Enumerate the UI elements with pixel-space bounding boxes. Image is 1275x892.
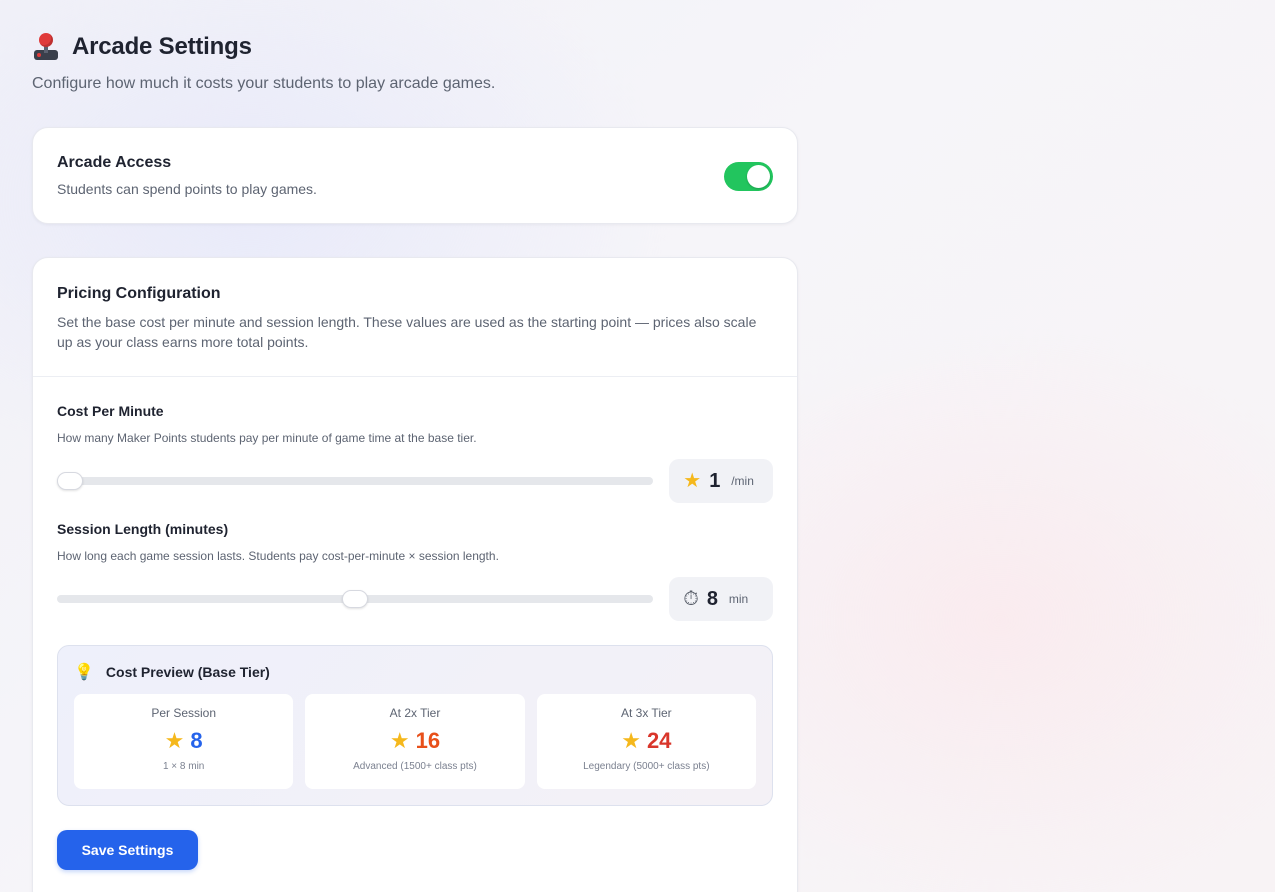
cost-per-minute-slider[interactable] (57, 472, 654, 490)
session-length-label: Session Length (minutes) (57, 521, 229, 537)
stopwatch-icon: ⏱ (683, 588, 699, 610)
cost-per-minute-value: 1 (709, 469, 721, 492)
arcade-settings-page: Arcade Settings Configure how much it co… (32, 32, 798, 892)
page-subtitle: Configure how much it costs your student… (32, 75, 496, 92)
pricing-body: Cost Per Minute How many Maker Points st… (33, 377, 797, 870)
cost-per-minute-label: Cost Per Minute (57, 403, 164, 419)
cost-per-minute-help: How many Maker Points students pay per m… (57, 431, 477, 445)
pricing-configuration-card: Pricing Configuration Set the base cost … (32, 257, 798, 892)
tile-value: 16 (415, 728, 441, 753)
star-icon: ★ (621, 728, 641, 753)
session-length-value-box: ⏱ 8 min (669, 577, 773, 621)
star-icon: ★ (389, 728, 410, 753)
cost-per-minute-slider-row: ★ 1 /min (57, 459, 773, 503)
save-settings-button[interactable]: Save Settings (57, 830, 198, 870)
tile-label: Per Session (151, 706, 217, 720)
pricing-header: Pricing Configuration Set the base cost … (33, 258, 797, 377)
tile-value: 24 (646, 728, 672, 753)
tile-subtext: 1 × 8 min (162, 761, 205, 772)
session-length-unit: min (728, 592, 749, 606)
page-title: Arcade Settings (72, 33, 252, 60)
tile-subtext: Advanced (1500+ class pts) (353, 761, 477, 772)
preview-tile-3x-tier: At 3x Tier ★ 24 Legendary (5000+ class p… (536, 694, 756, 789)
session-length-help: How long each game session lasts. Studen… (57, 549, 499, 563)
session-length-slider-row: ⏱ 8 min (57, 577, 773, 621)
cost-per-minute-slider-thumb[interactable] (57, 472, 83, 490)
pricing-description: Set the base cost per minute and session… (57, 314, 757, 350)
joystick-icon (32, 32, 60, 62)
arcade-access-card: Arcade Access Students can spend points … (32, 127, 798, 224)
cost-per-minute-unit: /min (731, 474, 754, 488)
pricing-title: Pricing Configuration (57, 285, 221, 302)
tile-subtext: Legendary (5000+ class pts) (583, 761, 710, 772)
arcade-access-toggle[interactable] (724, 162, 773, 191)
cost-preview-header: 💡 Cost Preview (Base Tier) (74, 662, 756, 682)
tile-value-row: ★ 16 (305, 727, 524, 755)
cost-preview-title: Cost Preview (Base Tier) (105, 664, 270, 680)
preview-tile-per-session: Per Session ★ 8 1 × 8 min (74, 694, 294, 789)
arcade-access-description: Students can spend points to play games. (57, 181, 317, 197)
star-icon: ★ (683, 470, 702, 492)
page-header: Arcade Settings (32, 32, 798, 62)
cost-preview-tiles: Per Session ★ 8 1 × 8 min At 2x Tier ★ 1… (74, 694, 756, 789)
toggle-knob (747, 165, 770, 188)
tile-value: 8 (190, 728, 203, 753)
arcade-access-title: Arcade Access (57, 154, 172, 171)
tile-value-row: ★ 24 (537, 727, 756, 755)
tile-value-row: ★ 8 (74, 727, 293, 755)
cost-per-minute-value-box: ★ 1 /min (669, 459, 773, 503)
cost-preview-panel: 💡 Cost Preview (Base Tier) Per Session ★… (57, 645, 773, 806)
preview-tile-2x-tier: At 2x Tier ★ 16 Advanced (1500+ class pt… (305, 694, 525, 789)
star-icon: ★ (164, 728, 185, 753)
session-length-slider-thumb[interactable] (342, 590, 368, 608)
tile-label: At 3x Tier (620, 706, 672, 720)
lightbulb-icon: 💡 (74, 664, 94, 681)
session-length-slider[interactable] (57, 590, 654, 608)
session-length-value: 8 (706, 587, 718, 610)
session-length-setting: Session Length (minutes) How long each g… (57, 521, 773, 621)
tile-label: At 2x Tier (389, 706, 441, 720)
cost-per-minute-setting: Cost Per Minute How many Maker Points st… (57, 403, 773, 503)
